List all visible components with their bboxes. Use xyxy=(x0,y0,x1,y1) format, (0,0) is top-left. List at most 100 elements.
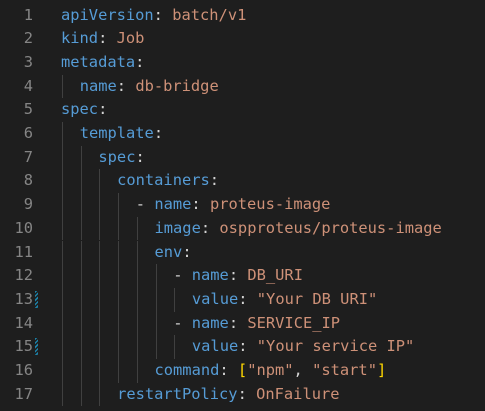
yaml-punctuation: - xyxy=(173,313,192,332)
yaml-punctuation: : xyxy=(191,195,210,214)
indent-guide xyxy=(174,335,176,359)
indent-guide xyxy=(99,287,101,312)
code-text: metadata: xyxy=(61,51,144,75)
code-text: apiVersion: batch/v1 xyxy=(61,4,246,28)
indent-guide xyxy=(136,264,138,288)
yaml-punctuation: : xyxy=(238,337,257,356)
yaml-bracket: [ xyxy=(237,361,248,379)
code-text: - name: SERVICE_IP xyxy=(173,312,340,336)
line-number: 5 xyxy=(23,100,33,119)
code-line[interactable]: 9 - name: proteus-image xyxy=(0,193,485,217)
code-line[interactable]: 12 - name: DB_URI xyxy=(0,264,485,288)
yaml-punctuation: : xyxy=(182,242,192,261)
yaml-key: template xyxy=(79,124,154,142)
yaml-key: metadata xyxy=(61,52,136,71)
line-number: 16 xyxy=(14,361,33,379)
code-text: command: ["npm", "start"] xyxy=(155,359,387,383)
code-line[interactable]: 6 template: xyxy=(0,122,485,146)
yaml-value: "start" xyxy=(312,361,377,379)
yaml-punctuation: : xyxy=(228,313,248,332)
indent-guide xyxy=(118,240,120,265)
code-line[interactable]: 16 command: ["npm", "start"] xyxy=(0,359,485,383)
line-number: 4 xyxy=(23,76,33,95)
code-editor[interactable]: 1 apiVersion: batch/v1 2 kind: Job 3 metadata… xyxy=(0,0,485,411)
code-line[interactable]: 1 apiVersion: batch/v1 xyxy=(0,4,485,28)
indent-guide xyxy=(136,359,138,383)
yaml-value: "Your service IP" xyxy=(256,337,415,356)
indent-guide xyxy=(80,145,82,170)
yaml-punctuation: : xyxy=(153,124,164,142)
line-number: 14 xyxy=(14,313,33,332)
code-line[interactable]: 2 kind: Job xyxy=(0,27,485,51)
indent-guide xyxy=(80,216,82,241)
yaml-punctuation: : xyxy=(98,29,117,48)
code-text: spec: xyxy=(98,146,144,170)
indent-guide xyxy=(62,335,63,359)
yaml-punctuation: : xyxy=(209,171,220,190)
indent-guide xyxy=(80,359,82,383)
code-text: name: db-bridge xyxy=(80,75,219,99)
indent-guide xyxy=(118,287,120,312)
code-text: image: ospproteus/proteus-image xyxy=(155,217,442,241)
indent-guide xyxy=(99,240,101,265)
code-line[interactable]: 11 env: xyxy=(0,240,485,265)
yaml-key: name xyxy=(191,313,229,332)
modified-line-gutter-marker[interactable] xyxy=(35,338,38,356)
indent-guide xyxy=(99,335,101,359)
line-number: 3 xyxy=(23,52,33,71)
yaml-punctuation: : xyxy=(135,147,145,166)
code-text: containers: xyxy=(117,169,219,193)
code-line[interactable]: 8 containers: xyxy=(0,169,485,194)
yaml-value: SERVICE_IP xyxy=(247,313,341,332)
indent-guide xyxy=(99,169,101,194)
indent-guide xyxy=(80,264,82,288)
yaml-punctuation: - xyxy=(135,195,155,214)
code-line[interactable]: 7 spec: xyxy=(0,145,485,170)
code-line[interactable]: 13 value: "Your DB URI" xyxy=(0,287,485,312)
code-text: template: xyxy=(80,122,163,146)
code-line[interactable]: 14 - name: SERVICE_IP xyxy=(0,311,485,336)
indent-guide xyxy=(155,311,157,336)
indent-guide xyxy=(174,287,176,312)
code-text: - name: DB_URI xyxy=(173,264,303,288)
yaml-punctuation: : xyxy=(228,266,248,285)
indent-guide xyxy=(62,240,63,265)
indent-guide xyxy=(136,216,138,241)
line-number: 11 xyxy=(14,242,33,261)
indent-guide xyxy=(80,311,82,336)
indent-guide xyxy=(80,193,82,217)
modified-line-gutter-marker[interactable] xyxy=(35,290,38,308)
code-line[interactable]: 5 spec: xyxy=(0,98,485,122)
yaml-key: name xyxy=(154,195,192,214)
code-line[interactable]: 4 name: db-bridge xyxy=(0,74,485,99)
yaml-value: "npm" xyxy=(247,361,294,379)
indent-guide xyxy=(99,264,101,288)
yaml-value: DB_URI xyxy=(247,266,303,285)
indent-guide xyxy=(118,335,120,359)
line-number: 6 xyxy=(23,124,33,142)
indent-guide xyxy=(118,311,120,336)
yaml-punctuation: - xyxy=(173,266,192,285)
indent-guide xyxy=(155,287,157,312)
indent-guide xyxy=(62,216,63,241)
indent-guide xyxy=(118,216,120,241)
indent-guide xyxy=(99,382,101,407)
yaml-key: name xyxy=(79,76,117,95)
yaml-value: proteus-image xyxy=(209,195,331,214)
indent-guide xyxy=(80,335,82,359)
yaml-punctuation: : xyxy=(219,361,238,379)
yaml-value: ospproteus/proteus-image xyxy=(219,218,442,237)
yaml-value: "Your DB URI" xyxy=(256,289,378,308)
yaml-punctuation: : xyxy=(200,218,220,237)
code-line[interactable]: 15 value: "Your service IP" xyxy=(0,335,485,359)
indent-guide xyxy=(155,335,157,359)
indent-guide xyxy=(62,145,63,170)
yaml-key: image xyxy=(154,218,201,237)
yaml-key: apiVersion xyxy=(61,5,154,24)
indent-guide xyxy=(99,359,101,383)
code-line[interactable]: 17 restartPolicy: OnFailure xyxy=(0,382,485,407)
indent-guide xyxy=(136,240,138,265)
indent-guide xyxy=(62,382,63,407)
code-line[interactable]: 10 image: ospproteus/proteus-image xyxy=(0,216,485,241)
code-line[interactable]: 3 metadata: xyxy=(0,51,485,75)
